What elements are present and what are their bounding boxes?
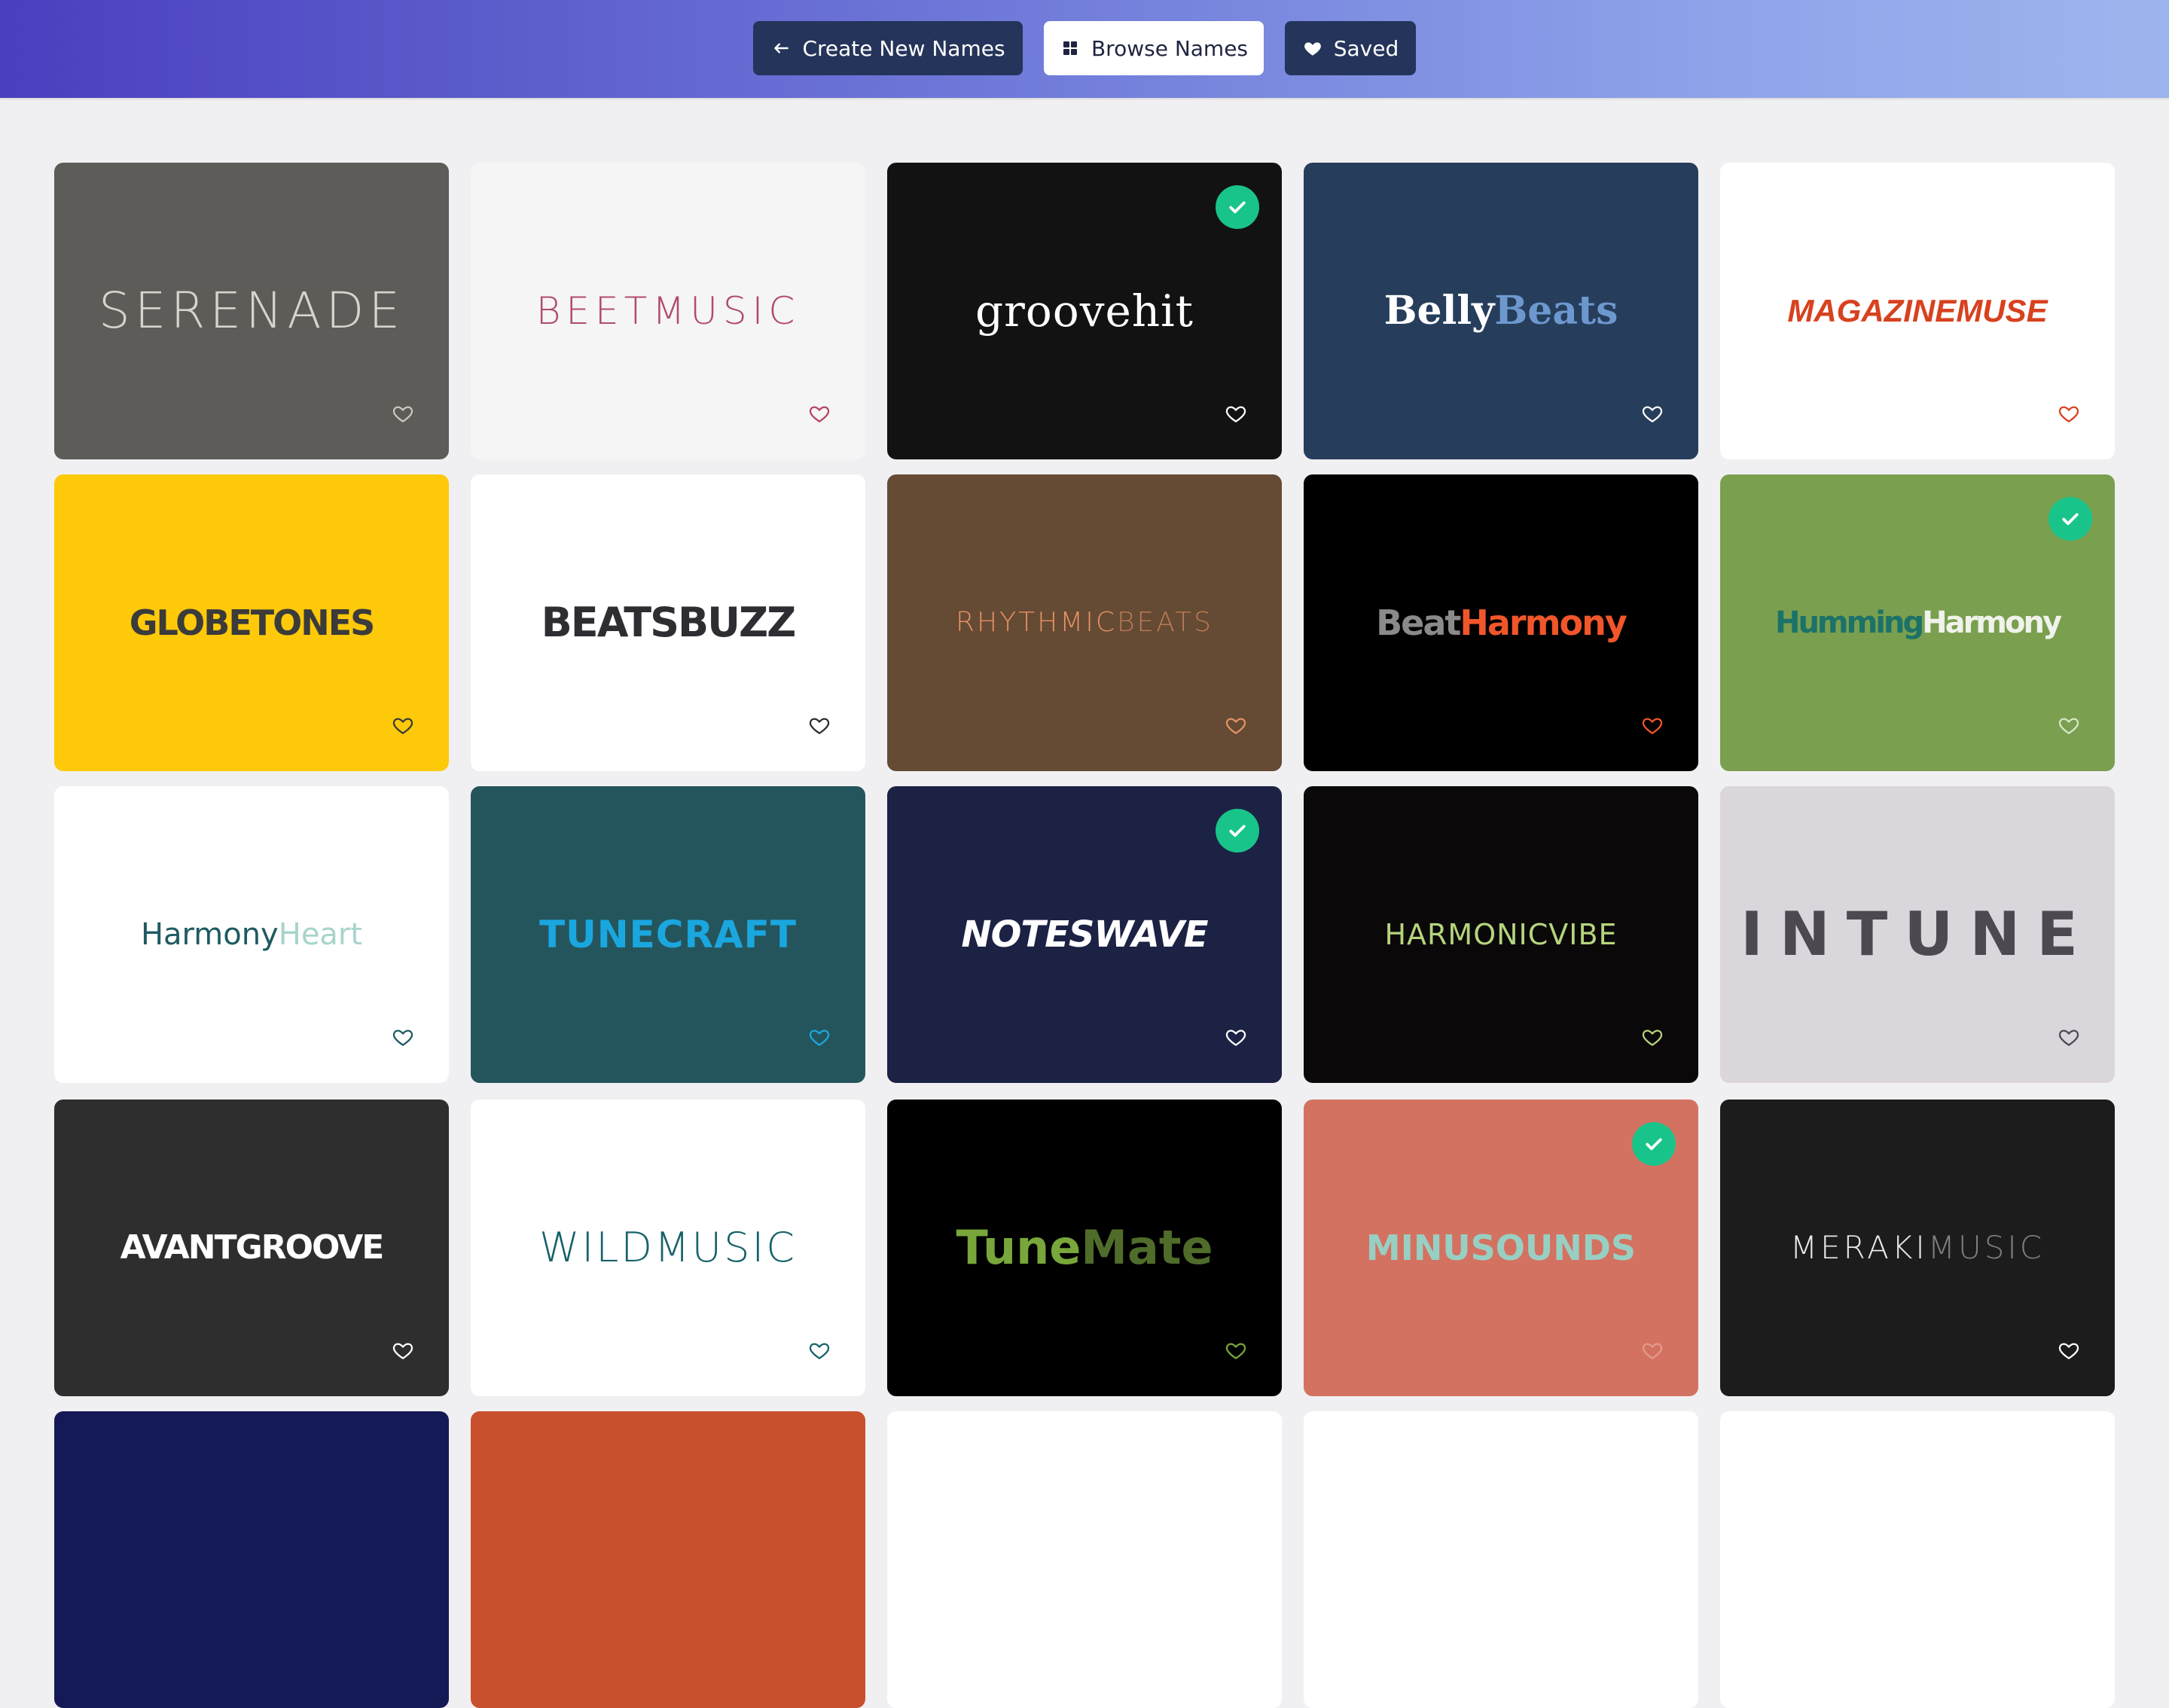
logo-part: GLOBETONES bbox=[129, 602, 376, 643]
logo-part: TUNECRAFT bbox=[539, 913, 797, 956]
heart-icon[interactable] bbox=[1225, 1026, 1247, 1048]
name-card[interactable] bbox=[1304, 1411, 1698, 1708]
logo-wordmark: BEATSBUZZ bbox=[541, 599, 797, 646]
logo-part: Belly bbox=[1383, 288, 1495, 334]
logo-part: BEATS bbox=[1116, 607, 1213, 638]
logo-wordmark: BeatHarmony bbox=[1376, 602, 1628, 643]
logo-wordmark: MAGAZINEMUSE bbox=[1787, 295, 2047, 327]
name-card-harmonyheart[interactable]: HarmonyHeart bbox=[54, 786, 449, 1083]
logo-part: BEETMUSIC bbox=[535, 289, 801, 333]
heart-icon[interactable] bbox=[808, 402, 831, 425]
logo-part: Harmony bbox=[1922, 605, 2062, 640]
logo-part: Heart bbox=[278, 917, 363, 952]
heart-icon[interactable] bbox=[2058, 714, 2080, 737]
logo-wordmark: BellyBeats bbox=[1384, 291, 1618, 331]
name-card-wildmusic[interactable]: WILDMUSIC bbox=[471, 1100, 865, 1396]
logo-part: SERENADE bbox=[98, 282, 405, 340]
heart-icon[interactable] bbox=[1225, 402, 1247, 425]
logo-part: MERAKI bbox=[1789, 1229, 1928, 1266]
heart-icon[interactable] bbox=[2058, 1339, 2080, 1362]
logo-wordmark: MERAKIMUSIC bbox=[1790, 1232, 2045, 1264]
logo-wordmark: BEETMUSIC bbox=[536, 292, 801, 330]
logo-part: INTUNE bbox=[1740, 899, 2094, 969]
name-card-groovehit[interactable]: groovehit bbox=[887, 163, 1282, 459]
name-card-grid: SERENADE BEETMUSIC groovehit BellyBeats MAGA… bbox=[0, 0, 2169, 1708]
name-card-beatsbuzz[interactable]: BEATSBUZZ bbox=[471, 474, 865, 771]
name-card-merakimusic[interactable]: MERAKIMUSIC bbox=[1720, 1100, 2115, 1396]
selected-check-icon bbox=[1216, 809, 1259, 852]
heart-icon[interactable] bbox=[1641, 402, 1664, 425]
logo-wordmark: MINUSOUNDS bbox=[1366, 1231, 1636, 1265]
logo-part: HARMONICVIBE bbox=[1384, 918, 1618, 951]
heart-icon[interactable] bbox=[1641, 1026, 1664, 1048]
logo-part: Mate bbox=[1081, 1220, 1213, 1275]
logo-wordmark: AVANTGROOVE bbox=[120, 1228, 385, 1267]
name-card-tunecraft[interactable]: TUNECRAFT bbox=[471, 786, 865, 1083]
selected-check-icon bbox=[2048, 497, 2092, 541]
logo-wordmark: HarmonyHeart bbox=[141, 920, 362, 950]
heart-icon[interactable] bbox=[1641, 714, 1664, 737]
logo-part: BEATSBUZZ bbox=[541, 599, 797, 646]
heart-icon[interactable] bbox=[1641, 1339, 1664, 1362]
heart-icon[interactable] bbox=[808, 1339, 831, 1362]
logo-part: NOTESWAVE bbox=[961, 913, 1208, 956]
heart-icon[interactable] bbox=[2058, 1026, 2080, 1048]
logo-part: Harmony bbox=[140, 917, 279, 952]
name-card-noteswave[interactable]: NOTESWAVE bbox=[887, 786, 1282, 1083]
logo-wordmark: SERENADE bbox=[99, 286, 404, 336]
logo-wordmark: HARMONICVIBE bbox=[1384, 920, 1617, 949]
logo-wordmark: WILDMUSIC bbox=[539, 1228, 797, 1268]
logo-part: Humming bbox=[1774, 605, 1924, 640]
heart-icon[interactable] bbox=[392, 402, 414, 425]
name-card-hummingharmony[interactable]: HummingHarmony bbox=[1720, 474, 2115, 771]
heart-icon[interactable] bbox=[1225, 1339, 1247, 1362]
logo-part: Harmony bbox=[1460, 602, 1627, 643]
logo-part: RHYTHMIC bbox=[956, 607, 1117, 638]
heart-icon[interactable] bbox=[808, 1026, 831, 1048]
logo-wordmark: NOTESWAVE bbox=[961, 917, 1208, 953]
heart-icon[interactable] bbox=[392, 1026, 414, 1048]
selected-check-icon bbox=[1632, 1122, 1676, 1166]
name-card[interactable] bbox=[471, 1411, 865, 1708]
logo-part: WILDMUSIC bbox=[538, 1224, 797, 1271]
name-card[interactable] bbox=[54, 1411, 449, 1708]
name-card[interactable] bbox=[887, 1411, 1282, 1708]
selected-check-icon bbox=[1216, 185, 1259, 229]
name-card-avantgroove[interactable]: AVANTGROOVE bbox=[54, 1100, 449, 1396]
logo-part: groovehit bbox=[975, 285, 1194, 337]
heart-icon[interactable] bbox=[808, 714, 831, 737]
name-card-harmonicvibe[interactable]: HARMONICVIBE bbox=[1304, 786, 1698, 1083]
logo-wordmark: groovehit bbox=[975, 289, 1194, 333]
logo-wordmark: INTUNE bbox=[1740, 904, 2094, 965]
name-card[interactable] bbox=[1720, 1411, 2115, 1708]
heart-icon[interactable] bbox=[392, 1339, 414, 1362]
logo-wordmark: GLOBETONES bbox=[129, 602, 376, 643]
name-card-globetones[interactable]: GLOBETONES bbox=[54, 474, 449, 771]
name-card-rhythmicbeats[interactable]: RHYTHMICBEATS bbox=[887, 474, 1282, 771]
logo-part: MAGAZINEMUSE bbox=[1787, 293, 2048, 328]
logo-wordmark: TUNECRAFT bbox=[539, 916, 797, 953]
logo-wordmark: TuneMate bbox=[956, 1225, 1213, 1271]
logo-wordmark: RHYTHMICBEATS bbox=[956, 609, 1213, 636]
name-card-magazinemuse[interactable]: MAGAZINEMUSE bbox=[1720, 163, 2115, 459]
logo-part: Beat bbox=[1376, 602, 1461, 643]
heart-icon[interactable] bbox=[1225, 714, 1247, 737]
name-card-minusounds[interactable]: MINUSOUNDS bbox=[1304, 1100, 1698, 1396]
name-card-intune[interactable]: INTUNE bbox=[1720, 786, 2115, 1083]
name-card-bellybeats[interactable]: BellyBeats bbox=[1304, 163, 1698, 459]
name-card-tunemate[interactable]: TuneMate bbox=[887, 1100, 1282, 1396]
name-card-beatharmony[interactable]: BeatHarmony bbox=[1304, 474, 1698, 771]
logo-part: MUSIC bbox=[1927, 1229, 2045, 1266]
logo-part: MINUSOUNDS bbox=[1365, 1228, 1637, 1268]
logo-part: Beats bbox=[1494, 288, 1618, 334]
logo-wordmark: HummingHarmony bbox=[1774, 605, 2062, 640]
heart-icon[interactable] bbox=[392, 714, 414, 737]
name-card-beetmusic[interactable]: BEETMUSIC bbox=[471, 163, 865, 459]
heart-icon[interactable] bbox=[2058, 402, 2080, 425]
logo-part: AVANTGROOVE bbox=[120, 1228, 385, 1267]
name-card-serenade[interactable]: SERENADE bbox=[54, 163, 449, 459]
logo-part: Tune bbox=[956, 1220, 1081, 1275]
